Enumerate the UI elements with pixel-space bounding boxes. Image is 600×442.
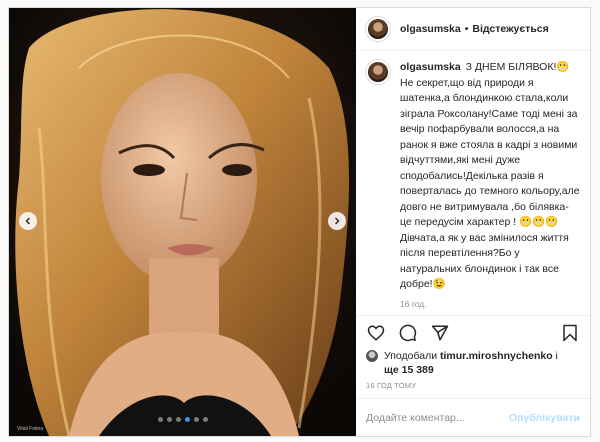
carousel-dot <box>184 417 190 422</box>
carousel-next-button[interactable] <box>328 212 346 230</box>
chevron-right-icon <box>335 217 340 225</box>
caption-avatar[interactable] <box>366 60 390 84</box>
carousel-dot <box>193 417 199 422</box>
caption-area: olgasumska З ДНЕМ БІЛЯВОК!😬Не секрет,що … <box>356 51 590 315</box>
photo-credit: Vitali Fotina <box>17 426 44 432</box>
comment-icon <box>399 324 417 341</box>
share-button[interactable] <box>431 324 449 342</box>
publish-button[interactable]: Опублікувати <box>509 412 580 424</box>
caption-username[interactable]: olgasumska <box>400 61 461 73</box>
carousel-dot <box>166 417 172 422</box>
post-header: olgasumska • Відстежується <box>356 8 590 51</box>
separator-dot: • <box>464 23 469 35</box>
header-text: olgasumska • Відстежується <box>400 23 549 35</box>
comment-input[interactable] <box>366 411 509 424</box>
action-bar <box>356 315 590 349</box>
caption-text: З ДНЕМ БІЛЯВОК!😬Не секрет,що від природи… <box>400 61 580 290</box>
carousel-prev-button[interactable] <box>19 212 37 230</box>
post-card: Vitali Fotina olgasumska • Відстежується… <box>8 7 591 437</box>
liker-username-link[interactable]: timur.miroshnychenko <box>440 350 553 362</box>
carousel-dots <box>9 417 356 422</box>
post-timestamp[interactable]: 16 год тому <box>356 377 590 398</box>
carousel-dot <box>175 417 181 422</box>
comment-bar: Опублікувати <box>356 398 590 436</box>
avatar[interactable] <box>366 17 390 41</box>
likes-summary: Уподобали timur.miroshnychenko і ще 15 3… <box>356 349 590 377</box>
like-button[interactable] <box>367 324 385 342</box>
post-media[interactable]: Vitali Fotina <box>9 8 356 436</box>
carousel-dot <box>202 417 208 422</box>
caption-age: 16 год. <box>400 298 427 309</box>
comment-button[interactable] <box>399 324 417 342</box>
username-link[interactable]: olgasumska <box>400 23 461 35</box>
share-icon <box>431 325 449 340</box>
save-button[interactable] <box>561 324 579 342</box>
likes-text: Уподобали timur.miroshnychenko і ще 15 3… <box>384 349 558 377</box>
chevron-left-icon <box>25 217 30 225</box>
heart-icon <box>367 324 385 341</box>
caption-row: olgasumska З ДНЕМ БІЛЯВОК!😬Не секрет,що … <box>366 60 580 293</box>
bookmark-icon <box>563 324 577 341</box>
post-sidebar: olgasumska • Відстежується olgasumska З … <box>356 8 590 436</box>
post-photo <box>9 8 356 436</box>
liker-avatar[interactable] <box>366 350 378 362</box>
carousel-dot <box>157 417 163 422</box>
likes-suffix: і <box>555 350 558 362</box>
likes-count-link[interactable]: ще 15 389 <box>384 364 434 376</box>
likes-prefix: Уподобали <box>384 350 438 362</box>
caption-body: olgasumska З ДНЕМ БІЛЯВОК!😬Не секрет,що … <box>400 60 580 293</box>
follow-status-button[interactable]: Відстежується <box>472 23 548 35</box>
